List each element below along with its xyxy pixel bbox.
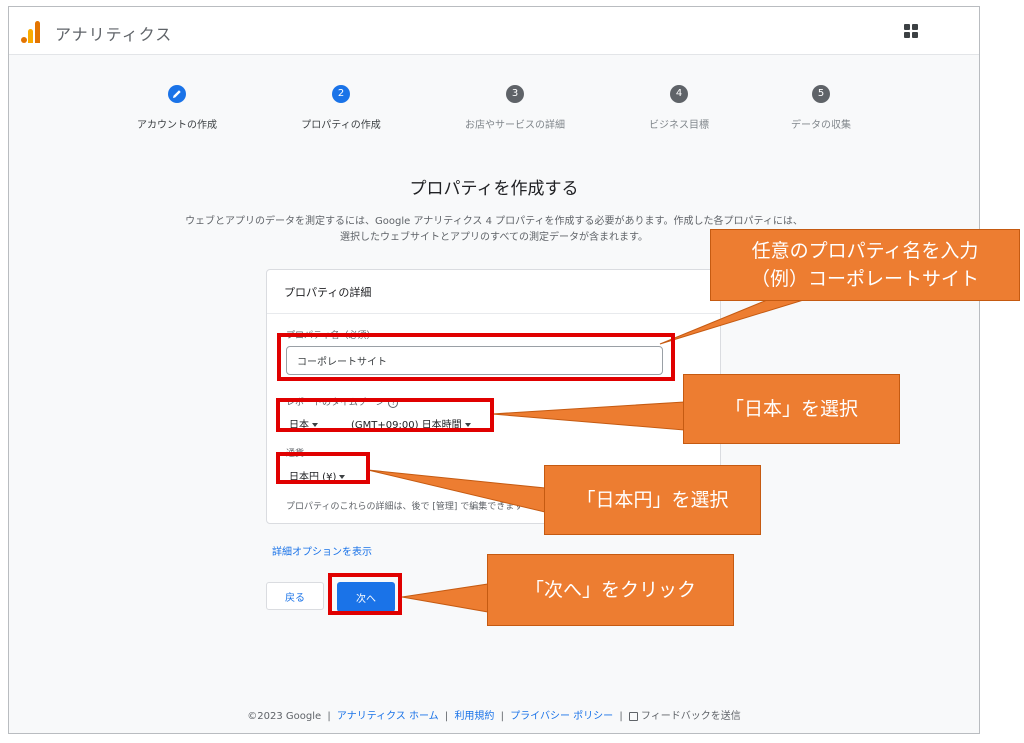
terms-link[interactable]: 利用規約	[454, 711, 494, 722]
setup-stepper: アカウントの作成 2 プロパティの作成 3 お店やサービスの詳細 4 ビジネス目…	[9, 85, 979, 135]
copyright: ©2023 Google	[247, 711, 322, 722]
step-number: 3	[506, 85, 524, 103]
step-business-details: 3 お店やサービスの詳細	[425, 85, 605, 131]
highlight-next-button	[328, 573, 402, 615]
step-label: データの収集	[791, 120, 851, 131]
currency-callout: 「日本円」を選択	[544, 465, 761, 535]
card-heading: プロパティの詳細	[267, 270, 720, 314]
advanced-options-link[interactable]: 詳細オプションを表示	[272, 543, 372, 558]
analytics-home-link[interactable]: アナリティクス ホーム	[337, 711, 439, 722]
step-account-creation: アカウントの作成	[87, 85, 267, 131]
top-bar: アナリティクス	[9, 7, 979, 55]
highlight-timezone	[276, 398, 494, 432]
step-number: 2	[332, 85, 350, 103]
step-number: 5	[812, 85, 830, 103]
step-label: お店やサービスの詳細	[465, 120, 565, 131]
step-label: プロパティの作成	[301, 120, 381, 131]
step-property-creation: 2 プロパティの作成	[251, 85, 431, 131]
analytics-logo-icon[interactable]	[21, 21, 41, 43]
pencil-icon	[168, 85, 186, 103]
feedback-icon	[628, 711, 638, 721]
page-title: プロパティを作成する	[409, 179, 579, 199]
name-callout: 任意のプロパティ名を入力 （例）コーポレートサイト	[710, 229, 1020, 301]
privacy-link[interactable]: プライバシー ポリシー	[510, 711, 613, 722]
step-data-collection: 5 データの収集	[731, 85, 911, 131]
edit-later-note: プロパティのこれらの詳細は、後で [管理] で編集できます	[286, 502, 524, 512]
apps-grid-icon[interactable]	[904, 24, 918, 38]
highlight-currency	[276, 452, 370, 484]
step-number: 4	[670, 85, 688, 103]
footer: ©2023 Google | アナリティクス ホーム | 利用規約 | プライバ…	[247, 711, 741, 722]
timezone-callout: 「日本」を選択	[683, 374, 900, 444]
step-label: アカウントの作成	[137, 120, 217, 131]
highlight-property-name	[277, 333, 675, 381]
back-button[interactable]: 戻る	[266, 582, 324, 610]
next-callout: 「次へ」をクリック	[487, 554, 734, 626]
feedback-link[interactable]: フィードバックを送信	[628, 711, 741, 722]
app-title: アナリティクス	[55, 25, 173, 44]
